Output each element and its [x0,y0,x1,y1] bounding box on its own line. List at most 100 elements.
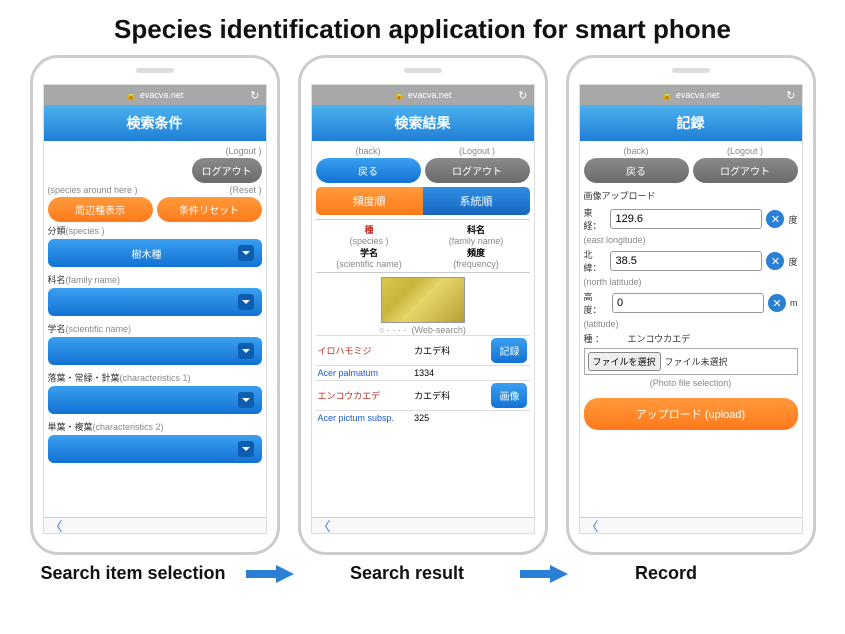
screen-header: 記録 [580,105,802,141]
family-dropdown[interactable] [48,288,262,316]
section-label: 画像アップロード [584,189,798,202]
caption-search-selection: Search item selection [28,563,238,584]
refresh-icon[interactable]: ↻ [786,89,795,102]
file-annotation: (Photo file selection) [584,378,798,388]
result-row: エンコウカエデ カエデ科 画像 [316,380,530,410]
url-text: 🔒evacva.net [662,90,720,101]
result-row: Acer palmatum 1334 [316,365,530,380]
bottom-bar: 〈 [312,517,534,533]
result-thumbnail[interactable] [381,277,465,323]
phone-search-selection: 🔒evacva.net ↻ 検索条件 (Logout ) ログアウト (spec… [30,55,280,555]
chevron-down-icon [238,441,254,457]
clear-icon[interactable]: ✕ [766,210,784,228]
lock-icon: 🔒 [394,90,405,101]
back-button[interactable]: 戻る [584,158,689,183]
phone-search-result: 🔒evacva.net ↻ 検索結果 (back)(Logout ) 戻る ログ… [298,55,548,555]
latitude-unit: 度 [788,255,797,268]
file-select-button[interactable]: ファイルを選択 [588,352,661,371]
longitude-annotation: (east longitude) [584,235,798,245]
logout-button[interactable]: ログアウト [192,158,262,183]
url-bar: 🔒evacva.net ↻ [312,85,534,105]
clear-icon[interactable]: ✕ [766,252,784,270]
clear-icon[interactable]: ✕ [768,294,786,312]
logout-button[interactable]: ログアウト [693,158,798,183]
longitude-unit: 度 [788,213,797,226]
arrow-icon [520,565,568,583]
chevron-down-icon [238,294,254,310]
logout-annotation: (Logout ) [225,146,261,156]
caption-search-result: Search result [302,563,512,584]
reset-button[interactable]: 条件リセット [157,197,262,222]
url-text: 🔒evacva.net [394,90,452,101]
result-family: カエデ科 [414,344,477,357]
url-bar: 🔒evacva.net ↻ [44,85,266,105]
longitude-label: 東経： [584,206,607,232]
chevron-down-icon [238,343,254,359]
image-button[interactable]: 画像 [491,383,527,408]
file-none-label: ファイル未選択 [665,355,728,368]
altitude-label: 高度： [584,290,609,316]
latitude-annotation: (north latitude) [584,277,798,287]
field5-label: 単葉・複葉 [48,422,93,432]
record-button[interactable]: 記録 [491,338,527,363]
bottom-bar: 〈 [580,517,802,533]
chevron-down-icon [238,245,254,261]
altitude-annotation: (latitude) [584,319,798,329]
refresh-icon[interactable]: ↻ [518,89,527,102]
result-jp-name: エンコウカエデ [318,389,415,402]
latitude-label: 北緯： [584,248,607,274]
result-frequency: 325 [414,413,477,423]
field3-annotation: (scientific name) [66,324,132,334]
species-dropdown[interactable]: 樹木種 [48,239,262,267]
back-icon[interactable]: 〈 [586,516,599,534]
back-icon[interactable]: 〈 [50,516,63,534]
screen-header: 検索結果 [312,105,534,141]
result-jp-name: イロハモミジ [318,344,415,357]
altitude-input[interactable] [612,293,764,313]
species-around-annotation: (species around here ) [48,185,138,195]
chevron-down-icon [238,392,254,408]
tab-phylogeny[interactable]: 系統順 [423,187,530,215]
phone-row: 🔒evacva.net ↻ 検索条件 (Logout ) ログアウト (spec… [0,55,845,555]
back-annotation: (back) [584,146,689,156]
field4-annotation: (characteristics 1) [120,373,191,383]
logout-annotation: (Logout ) [693,146,798,156]
url-text: 🔒evacva.net [126,90,184,101]
back-icon[interactable]: 〈 [318,516,331,534]
web-search-annotation: (Web-search) [412,325,466,335]
scientific-name-dropdown[interactable] [48,337,262,365]
caption-record: Record [576,563,756,584]
result-sci-name: Acer palmatum [318,368,415,378]
result-frequency: 1334 [414,368,477,378]
url-bar: 🔒evacva.net ↻ [580,85,802,105]
lock-icon: 🔒 [662,90,673,101]
field1-annotation: (species ) [66,226,105,236]
species-value: エンコウカエデ [628,332,691,345]
field5-annotation: (characteristics 2) [93,422,164,432]
field3-label: 学名 [48,324,66,334]
result-family: カエデ科 [414,389,477,402]
char1-dropdown[interactable] [48,386,262,414]
column-headers: 種(species )学名(scientific name) 科名(family… [316,219,530,273]
caption-row: Search item selection Search result Reco… [0,555,845,584]
page-title: Species identification application for s… [0,0,845,55]
upload-button[interactable]: アップロード (upload) [584,398,798,430]
tab-frequency[interactable]: 頻度順 [316,187,423,215]
arrow-icon [246,565,294,583]
result-row: イロハモミジ カエデ科 記録 [316,335,530,365]
latitude-input[interactable] [610,251,762,271]
back-annotation: (back) [316,146,421,156]
screen-header: 検索条件 [44,105,266,141]
field4-label: 落葉・常緑・針葉 [48,373,120,383]
bottom-bar: 〈 [44,517,266,533]
back-button[interactable]: 戻る [316,158,421,183]
species-label: 種 ： [584,332,624,345]
logout-button[interactable]: ログアウト [425,158,530,183]
char2-dropdown[interactable] [48,435,262,463]
sort-tabs: 頻度順 系統順 [316,187,530,215]
species-around-button[interactable]: 周辺種表示 [48,197,153,222]
refresh-icon[interactable]: ↻ [250,89,259,102]
longitude-input[interactable] [610,209,762,229]
altitude-unit: m [790,298,798,308]
phone-record: 🔒evacva.net ↻ 記録 (back) (Logout ) 戻る ログアウ… [566,55,816,555]
